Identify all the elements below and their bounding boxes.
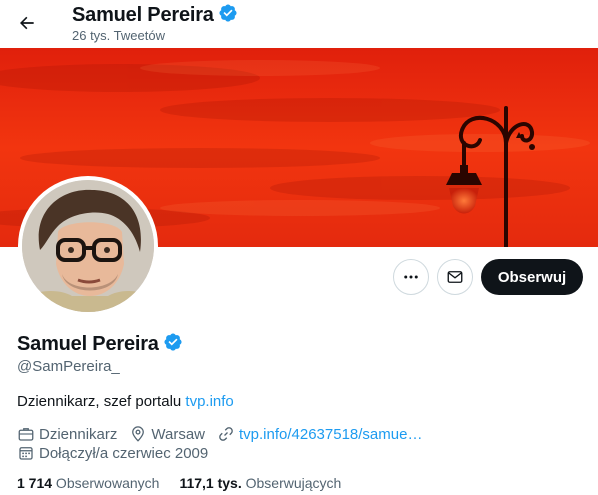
followers-count: 117,1 tys. — [179, 475, 242, 491]
more-dots-icon — [404, 275, 418, 279]
envelope-icon — [447, 271, 463, 283]
profile-name-row: Samuel Pereira — [17, 332, 183, 357]
profile-bio: Dziennikarz, szef portalu tvp.info — [17, 393, 234, 410]
profile-joined-row: Dołączył/a czerwiec 2009 — [17, 444, 220, 462]
following-label: Obserwowanych — [52, 475, 160, 491]
joined-label: Dołączył/a czerwiec 2009 — [39, 444, 209, 462]
bio-text: Dziennikarz, szef portalu — [17, 393, 186, 410]
top-bar: Samuel Pereira 26 tys. Tweetów — [0, 0, 598, 48]
briefcase-icon — [18, 428, 34, 441]
bio-link[interactable]: tvp.info — [185, 393, 233, 410]
profile-handle: @SamPereira_ — [17, 358, 120, 375]
location-item: Warsaw — [129, 425, 205, 443]
follow-stats: 1 714 Obserwowanych 117,1 tys. Obserwują… — [17, 475, 361, 491]
verified-badge-icon — [163, 332, 183, 357]
following-stat[interactable]: 1 714 Obserwowanych — [17, 475, 159, 491]
location-label: Warsaw — [151, 425, 205, 443]
header-name: Samuel Pereira — [72, 4, 214, 26]
tweet-count: 26 tys. Tweetów — [72, 28, 165, 43]
profession-item: Dziennikarz — [17, 425, 117, 443]
website-item[interactable]: tvp.info/42637518/samue… — [217, 425, 422, 443]
following-count: 1 714 — [17, 475, 53, 491]
website-link[interactable]: tvp.info/42637518/samue… — [239, 426, 422, 443]
more-options-button[interactable] — [393, 259, 429, 295]
joined-item: Dołączył/a czerwiec 2009 — [17, 444, 208, 462]
link-icon — [219, 427, 233, 441]
avatar-image — [22, 180, 154, 312]
location-pin-icon — [132, 426, 145, 442]
message-button[interactable] — [437, 259, 473, 295]
back-button[interactable] — [10, 6, 44, 40]
verified-badge-icon — [218, 3, 238, 28]
profile-meta-row: Dziennikarz Warsaw tvp.info/42637518/sam… — [17, 425, 434, 443]
calendar-icon — [19, 447, 33, 460]
profile-avatar[interactable] — [18, 176, 158, 316]
header-name-row: Samuel Pereira — [72, 3, 238, 28]
followers-label: Obserwujących — [241, 475, 342, 491]
follow-button[interactable]: Obserwuj — [481, 259, 583, 295]
arrow-left-icon — [20, 16, 34, 30]
profile-display-name: Samuel Pereira — [17, 333, 159, 355]
profession-label: Dziennikarz — [39, 425, 118, 443]
followers-stat[interactable]: 117,1 tys. Obserwujących — [179, 475, 341, 491]
